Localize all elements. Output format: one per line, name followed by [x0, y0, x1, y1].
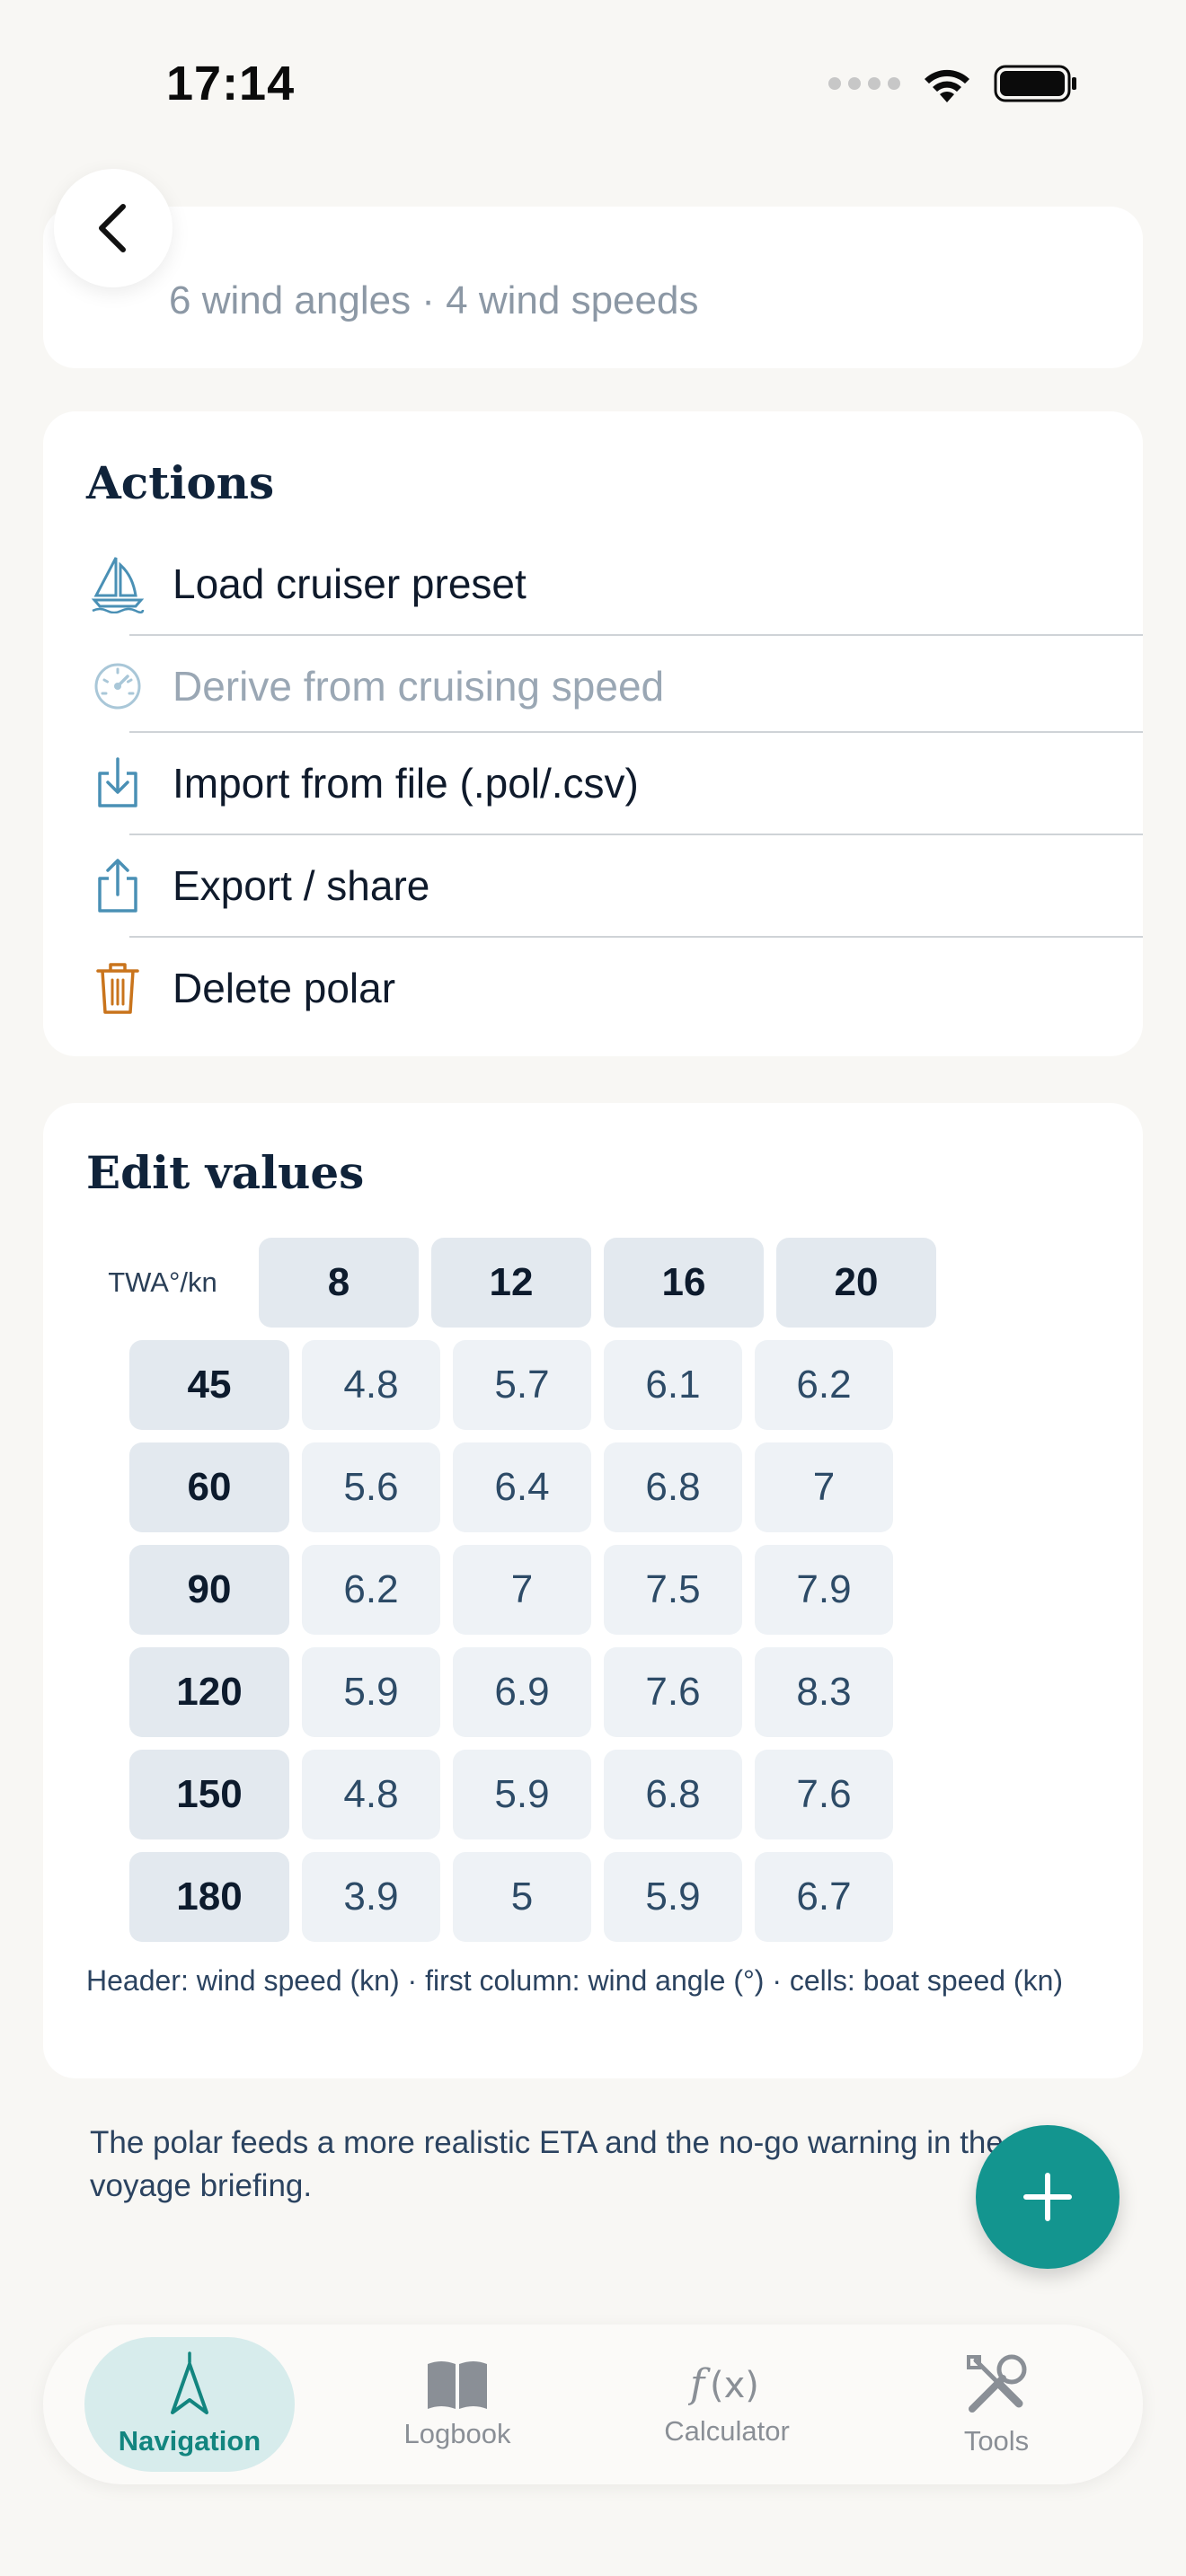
chevron-left-icon — [99, 204, 126, 252]
wind-speed-header: 8 — [259, 1238, 419, 1328]
action-label: Export / share — [173, 862, 430, 909]
boat-speed-cell[interactable]: 6.2 — [302, 1545, 440, 1635]
polar-info-note: The polar feeds a more realistic ETA and… — [90, 2125, 1004, 2203]
boat-speed-cell[interactable]: 4.8 — [302, 1340, 440, 1430]
tab-calculator[interactable]: f (x) Calculator — [622, 2325, 832, 2484]
book-icon — [428, 2361, 487, 2409]
boat-speed-cell[interactable]: 6.8 — [604, 1750, 742, 1839]
boat-speed-cell[interactable]: 5.9 — [453, 1750, 591, 1839]
boat-speed-cell[interactable]: 7.9 — [755, 1545, 893, 1635]
wind-angle-header: 180 — [129, 1852, 289, 1942]
sailboat-icon — [86, 552, 149, 615]
status-icons — [828, 63, 1078, 104]
export-share-button[interactable]: Export / share — [86, 835, 1100, 936]
tab-label: Logbook — [403, 2418, 511, 2449]
tab-label: Navigation — [118, 2425, 261, 2457]
svg-text:(x): (x) — [710, 2365, 759, 2406]
wind-angle-header: 90 — [129, 1545, 289, 1635]
boat-speed-cell[interactable]: 3.9 — [302, 1852, 440, 1942]
cellular-signal-icon — [828, 77, 900, 90]
wifi-icon — [925, 69, 969, 102]
boat-speed-cell[interactable]: 7 — [755, 1442, 893, 1532]
share-icon — [86, 854, 149, 917]
back-button[interactable] — [54, 169, 173, 287]
boat-speed-cell[interactable]: 5.9 — [604, 1852, 742, 1942]
wind-angle-header: 60 — [129, 1442, 289, 1532]
polar-summary-text: 6 wind angles · 4 wind speeds — [169, 278, 699, 322]
boat-speed-cell[interactable]: 7 — [453, 1545, 591, 1635]
boat-speed-cell[interactable]: 5.6 — [302, 1442, 440, 1532]
tools-icon — [967, 2354, 1027, 2413]
tab-label: Tools — [963, 2425, 1030, 2457]
battery-icon — [994, 65, 1076, 102]
load-cruiser-preset-button[interactable]: Load cruiser preset — [86, 534, 1100, 634]
edit-values-card: Edit values TWA°/kn 8 12 16 20 45 4.8 5.… — [43, 1103, 1143, 2078]
tab-navigation[interactable]: Navigation — [84, 2325, 295, 2484]
boat-speed-cell[interactable]: 6.4 — [453, 1442, 591, 1532]
boat-speed-cell[interactable]: 4.8 — [302, 1750, 440, 1839]
boat-speed-cell[interactable]: 5 — [453, 1852, 591, 1942]
status-time: 17:14 — [166, 57, 296, 110]
table-corner-label: TWA°/kn — [108, 1266, 217, 1298]
delete-polar-button[interactable]: Delete polar — [86, 938, 1100, 1038]
actions-title: Actions — [86, 456, 275, 509]
tab-bar: Navigation Logbook f (x) Calculator Tool… — [43, 2325, 1143, 2484]
add-button[interactable] — [976, 2125, 1120, 2269]
boat-speed-cell[interactable]: 6.2 — [755, 1340, 893, 1430]
wind-speed-header: 20 — [776, 1238, 936, 1328]
action-label: Derive from cruising speed — [173, 663, 665, 710]
tab-label: Calculator — [664, 2415, 790, 2447]
import-icon — [86, 752, 149, 815]
action-label: Import from file (.pol/.csv) — [173, 760, 639, 807]
boat-speed-cell[interactable]: 6.7 — [755, 1852, 893, 1942]
polar-summary-card: 6 wind angles · 4 wind speeds — [43, 207, 1143, 368]
boat-speed-cell[interactable]: 7.6 — [604, 1647, 742, 1737]
boat-speed-cell[interactable]: 5.9 — [302, 1647, 440, 1737]
boat-speed-cell[interactable]: 8.3 — [755, 1647, 893, 1737]
wind-angle-header: 150 — [129, 1750, 289, 1839]
boat-speed-cell[interactable]: 5.7 — [453, 1340, 591, 1430]
function-icon: f (x) — [688, 2361, 759, 2407]
tab-tools[interactable]: Tools — [891, 2325, 1102, 2484]
plus-icon — [1023, 2173, 1072, 2221]
svg-text:f: f — [688, 2361, 711, 2407]
wind-speed-header: 12 — [431, 1238, 591, 1328]
boat-speed-cell[interactable]: 7.5 — [604, 1545, 742, 1635]
navigation-arrow-icon — [171, 2351, 208, 2414]
edit-values-title: Edit values — [86, 1146, 365, 1199]
boat-speed-cell[interactable]: 6.9 — [453, 1647, 591, 1737]
gauge-icon — [86, 655, 149, 718]
actions-card: Actions Load cruiser preset Derive from … — [43, 411, 1143, 1056]
action-label: Load cruiser preset — [173, 560, 527, 607]
table-legend: Header: wind speed (kn) · first column: … — [86, 1964, 1064, 1997]
import-from-file-button[interactable]: Import from file (.pol/.csv) — [86, 733, 1100, 834]
tab-logbook[interactable]: Logbook — [352, 2325, 562, 2484]
wind-angle-header: 45 — [129, 1340, 289, 1430]
wind-angle-header: 120 — [129, 1647, 289, 1737]
wind-speed-header: 16 — [604, 1238, 764, 1328]
action-label: Delete polar — [173, 965, 396, 1011]
boat-speed-cell[interactable]: 6.8 — [604, 1442, 742, 1532]
status-bar: 17:14 — [0, 0, 1186, 171]
trash-icon — [86, 957, 149, 1019]
boat-speed-cell[interactable]: 7.6 — [755, 1750, 893, 1839]
derive-from-cruising-speed-button[interactable]: Derive from cruising speed — [86, 636, 1100, 737]
boat-speed-cell[interactable]: 6.1 — [604, 1340, 742, 1430]
